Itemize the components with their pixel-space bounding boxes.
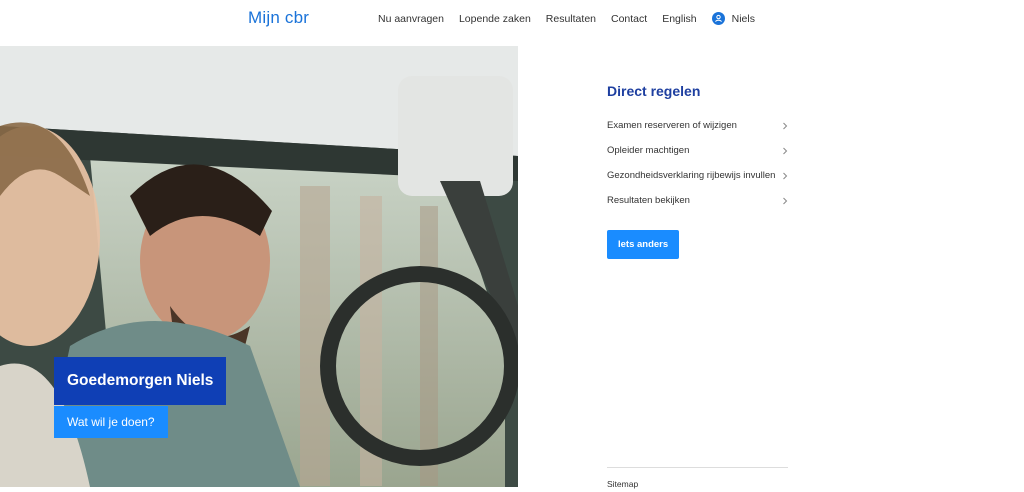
direct-regelen-panel: Direct regelen Examen reserveren of wijz… — [607, 83, 789, 259]
sitemap-link[interactable]: Sitemap — [607, 479, 638, 489]
iets-anders-button[interactable]: Iets anders — [607, 230, 680, 259]
user-icon — [711, 12, 725, 25]
greeting-heading: Goedemorgen Niels — [54, 357, 227, 405]
nav-nu-aanvragen[interactable]: Nu aanvragen — [378, 13, 444, 25]
link-label: Gezondheidsverklaring rijbewijs invullen — [607, 170, 776, 181]
link-gezondheidsverklaring[interactable]: Gezondheidsverklaring rijbewijs invullen — [607, 163, 789, 188]
brand-logo[interactable]: Mijn cbr — [248, 8, 309, 28]
link-resultaten-bekijken[interactable]: Resultaten bekijken — [607, 188, 789, 213]
footer: Sitemap — [607, 467, 788, 492]
chevron-right-icon — [783, 122, 788, 129]
nav-contact[interactable]: Contact — [611, 13, 647, 25]
link-label: Opleider machtigen — [607, 145, 690, 156]
chevron-right-icon — [783, 172, 788, 179]
chevron-right-icon — [783, 147, 788, 154]
link-label: Resultaten bekijken — [607, 195, 690, 206]
panel-title: Direct regelen — [607, 83, 701, 99]
link-examen-reserveren[interactable]: Examen reserveren of wijzigen — [607, 113, 789, 138]
user-menu[interactable]: Niels — [711, 12, 755, 25]
nav-resultaten[interactable]: Resultaten — [546, 13, 596, 25]
nav-lopende-zaken[interactable]: Lopende zaken — [459, 13, 531, 25]
main-nav: Nu aanvragen Lopende zaken Resultaten Co… — [378, 12, 755, 25]
what-to-do-button[interactable]: Wat wil je doen? — [54, 406, 168, 438]
link-opleider-machtigen[interactable]: Opleider machtigen — [607, 138, 789, 163]
chevron-right-icon — [783, 197, 788, 204]
hero-section: Goedemorgen Niels Wat wil je doen? — [0, 46, 518, 487]
user-name: Niels — [731, 12, 755, 25]
quick-links: Examen reserveren of wijzigen Opleider m… — [607, 113, 789, 213]
site-header: Mijn cbr Nu aanvragen Lopende zaken Resu… — [0, 0, 1024, 46]
nav-english[interactable]: English — [662, 13, 696, 25]
link-label: Examen reserveren of wijzigen — [607, 120, 737, 131]
